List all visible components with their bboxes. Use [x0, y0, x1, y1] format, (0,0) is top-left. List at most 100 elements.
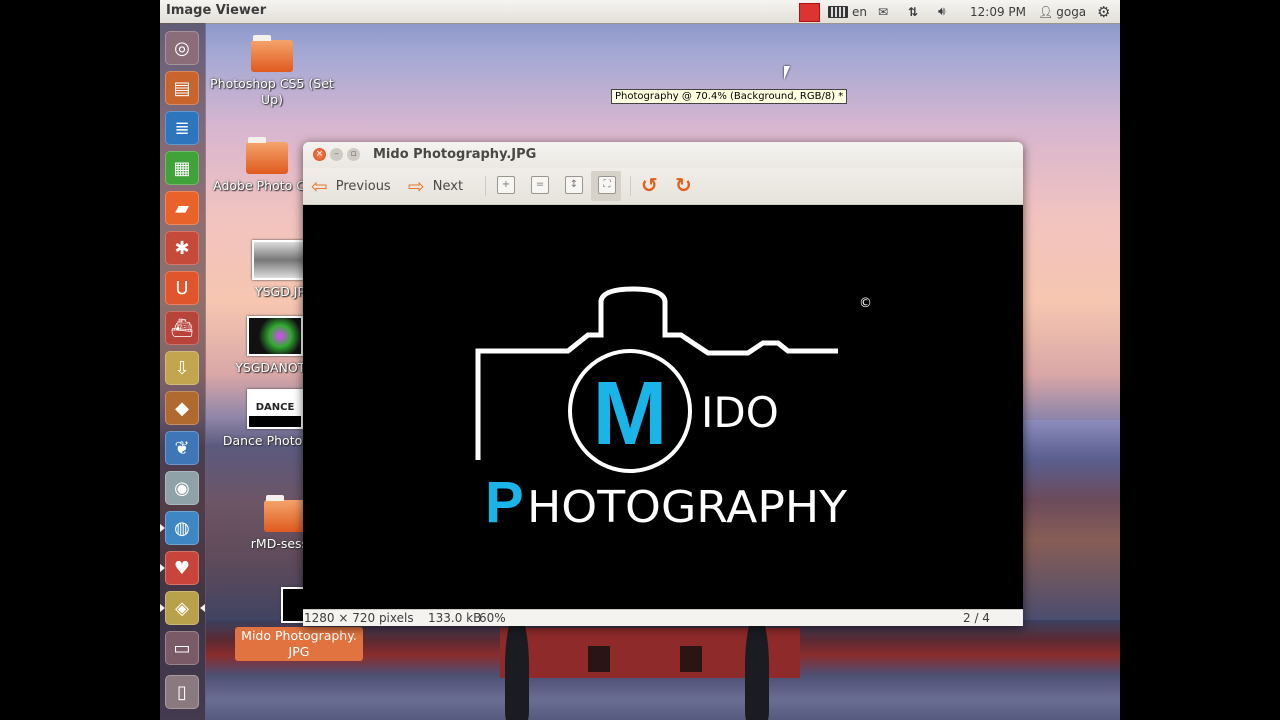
desktop-icon-label: YSGD.JP — [254, 284, 306, 299]
launcher-item-globe-app[interactable]: ◉ — [165, 471, 199, 505]
launcher-item-download-app[interactable]: ⇩ — [165, 351, 199, 385]
mail-icon[interactable]: ✉ — [878, 0, 888, 23]
running-indicator — [160, 564, 165, 572]
status-bar: 1280 × 720 pixels 133.0 kB 60% 2 / 4 — [303, 609, 1023, 626]
wallpaper-door — [588, 646, 610, 672]
maximize-button[interactable]: ▫ — [347, 148, 360, 161]
desktop-icon-photoshop-setup[interactable]: Photoshop CS5 (Set Up) — [207, 35, 337, 108]
folder-icon — [264, 495, 306, 532]
launcher-item-package-app[interactable]: ▰ — [165, 191, 199, 225]
record-indicator-icon[interactable] — [799, 3, 820, 22]
focused-indicator — [200, 604, 205, 612]
libreoffice-writer-icon: ≣ — [174, 117, 190, 139]
mouse-cursor-icon — [784, 66, 790, 80]
clock[interactable]: 12:09 PM — [970, 0, 1026, 23]
launcher: ◎ ▤ ≣ ▦ ▰ ✱ U ⛴ ⇩ ◆ ❦ ◉ ◍ ♥ ◈ ▭ ▯ — [160, 23, 206, 720]
user-menu[interactable]: 👤︎ goga — [1038, 0, 1086, 23]
wallpaper-tree — [745, 612, 769, 720]
mido-photography-logo: M IDO P HOTOGRAPHY © — [475, 286, 872, 535]
launcher-item-ubuntu-one[interactable]: U — [165, 271, 199, 305]
dash-home-icon: ◎ — [174, 37, 190, 59]
previous-button[interactable]: ⇦ Previous — [311, 173, 391, 199]
ship-app-icon: ⛴ — [170, 317, 194, 339]
desktop-icon-label: Photoshop CS5 (Set Up) — [210, 76, 334, 107]
launcher-item-chromium[interactable]: ◍ — [165, 511, 199, 545]
launcher-item-trash[interactable]: ▯ — [165, 675, 199, 709]
launcher-item-dash-home[interactable]: ◎ — [165, 31, 199, 65]
network-icon[interactable]: ⇅ — [908, 0, 918, 23]
settings-tool-icon: ✱ — [174, 237, 190, 259]
zoom-fit-width-button[interactable]: ↕ — [565, 176, 583, 194]
running-indicator — [160, 524, 165, 532]
rotate-left-button[interactable]: ↺ — [641, 174, 658, 196]
zoom-in-button[interactable]: + — [497, 176, 515, 194]
toolbar-separator — [630, 176, 631, 196]
wine-icon: ♥ — [173, 557, 191, 579]
previous-label: Previous — [335, 178, 391, 194]
minimize-button[interactable]: – — [330, 148, 343, 161]
thumbnail — [252, 240, 308, 280]
desktop-screen: Image Viewer en ✉ ⇅ 🔊︎ 12:09 PM 👤︎ goga … — [160, 0, 1120, 720]
copyright-mark: © — [859, 296, 872, 311]
download-app-icon: ⇩ — [174, 357, 190, 379]
wallpaper-tree — [505, 612, 529, 720]
launcher-item-libreoffice-calc[interactable]: ▦ — [165, 151, 199, 185]
keyboard-indicator[interactable]: en — [828, 0, 867, 23]
rotate-right-button[interactable]: ↻ — [675, 174, 692, 196]
logo-letter-m: M — [593, 364, 668, 464]
zoom-normal-button[interactable]: = — [531, 176, 549, 194]
camera-viewfinder — [615, 301, 651, 321]
launcher-item-bird-app[interactable]: ❦ — [165, 431, 199, 465]
image-viewer-icon: ◈ — [175, 597, 189, 619]
libreoffice-calc-icon: ▦ — [173, 157, 191, 179]
shapes-app-icon: ◆ — [175, 397, 189, 419]
launcher-item-settings-tool[interactable]: ✱ — [165, 231, 199, 265]
tooltip: Photography @ 70.4% (Background, RGB/8) … — [611, 89, 848, 104]
trash-icon: ▯ — [177, 681, 187, 703]
thumbnail: DANCE — [247, 389, 303, 429]
running-indicator — [160, 604, 165, 612]
launcher-item-libreoffice-writer[interactable]: ≣ — [165, 111, 199, 145]
next-label: Next — [432, 178, 464, 194]
package-app-icon: ▰ — [175, 197, 189, 219]
file-size: 133.0 kB — [428, 611, 482, 625]
power-gear-icon[interactable]: ⚙ — [1097, 0, 1110, 23]
desktop-icon-label: Mido Photography. JPG — [235, 627, 363, 661]
next-button[interactable]: ⇨ Next — [408, 173, 463, 199]
volume-icon[interactable]: 🔊︎ — [938, 0, 946, 23]
best-fit-button[interactable]: ⛶ — [598, 176, 616, 194]
window-title: Mido Photography.JPG — [373, 147, 537, 162]
user-icon: 👤︎ — [1038, 4, 1054, 19]
thumbnail — [247, 316, 303, 356]
image-viewer-window: × – ▫ Mido Photography.JPG ⇦ Previous ⇨ … — [303, 142, 1023, 626]
libreoffice-impress-icon: ▤ — [173, 77, 191, 99]
keyboard-icon — [828, 5, 848, 18]
arrow-right-icon: ⇨ — [408, 174, 425, 198]
keyboard-layout-label: en — [852, 4, 867, 19]
wallpaper-door — [680, 646, 702, 672]
launcher-item-libreoffice-impress[interactable]: ▤ — [165, 71, 199, 105]
launcher-item-image-viewer[interactable]: ◈ — [165, 591, 199, 625]
zoom-level: 60% — [479, 611, 506, 625]
window-titlebar[interactable]: × – ▫ Mido Photography.JPG — [303, 142, 1023, 168]
image-canvas[interactable]: M IDO P HOTOGRAPHY © — [303, 205, 1023, 609]
toolbar: ⇦ Previous ⇨ Next + = ↕ ⛶ ↺ ↻ — [303, 168, 1023, 205]
launcher-item-workspace-switcher[interactable]: ▭ — [165, 631, 199, 665]
image-dimensions: 1280 × 720 pixels — [304, 611, 414, 625]
bird-app-icon: ❦ — [174, 437, 190, 459]
app-title: Image Viewer — [166, 3, 267, 18]
launcher-item-shapes-app[interactable]: ◆ — [165, 391, 199, 425]
folder-icon — [246, 137, 288, 174]
launcher-item-ship-app[interactable]: ⛴ — [165, 311, 199, 345]
arrow-left-icon: ⇦ — [311, 174, 328, 198]
ubuntu-one-icon: U — [175, 277, 189, 299]
workspace-switcher-icon: ▭ — [173, 637, 191, 659]
close-button[interactable]: × — [313, 148, 326, 161]
toolbar-separator — [485, 176, 486, 196]
image-position: 2 / 4 — [963, 611, 990, 625]
top-panel: Image Viewer en ✉ ⇅ 🔊︎ 12:09 PM 👤︎ goga … — [160, 0, 1120, 24]
globe-app-icon: ◉ — [174, 477, 190, 499]
chromium-icon: ◍ — [174, 517, 190, 539]
user-name: goga — [1056, 4, 1087, 19]
launcher-item-wine[interactable]: ♥ — [165, 551, 199, 585]
